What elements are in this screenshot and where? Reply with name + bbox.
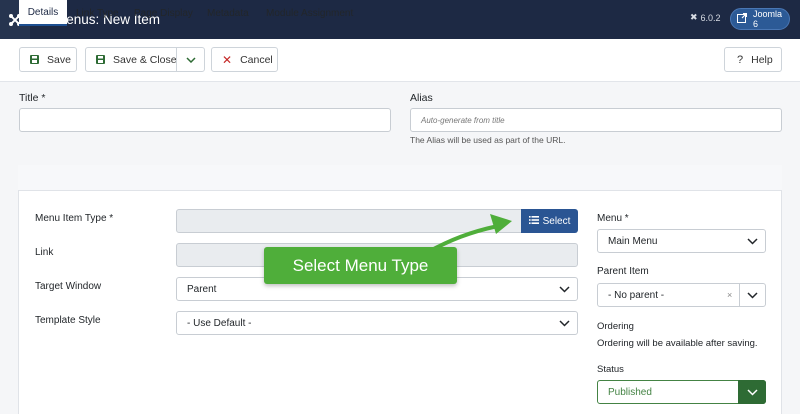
menu-select[interactable]: Main Menu: [597, 229, 766, 253]
view-site-button[interactable]: Joomla 6: [730, 8, 790, 30]
title-label: Title *: [19, 92, 46, 104]
parent-item-label: Parent Item: [597, 266, 649, 277]
alias-label: Alias: [410, 92, 433, 104]
target-window-label: Target Window: [35, 281, 102, 292]
select-type-button[interactable]: Select: [521, 209, 578, 233]
ordering-note: Ordering will be available after saving.: [597, 338, 758, 349]
app-header: Menus: New Item ✖ 6.0.2 Joomla 6: [0, 0, 800, 39]
status-label: Status: [597, 364, 624, 375]
save-button[interactable]: Save: [19, 47, 77, 72]
help-label: Help: [751, 53, 773, 66]
select-label: Select: [542, 215, 571, 227]
title-input[interactable]: [19, 108, 391, 132]
alias-input[interactable]: Auto-generate from title: [410, 108, 782, 132]
template-style-value: - Use Default -: [187, 317, 252, 329]
parent-item-select[interactable]: - No parent -: [597, 283, 766, 307]
save-icon: [30, 55, 39, 64]
site-label: Joomla 6: [753, 9, 783, 29]
template-style-label: Template Style: [35, 315, 101, 326]
parent-item-value: - No parent -: [608, 289, 665, 301]
menu-item-type-label: Menu Item Type *: [35, 213, 114, 224]
chevron-down-icon: [551, 312, 577, 334]
menu-item-type-input: [176, 209, 522, 233]
callout-box: Select Menu Type: [264, 247, 457, 284]
clear-icon[interactable]: ×: [727, 290, 732, 300]
toolbar: Save Save & Close ✕ Cancel ? Help: [0, 39, 800, 82]
menu-value: Main Menu: [608, 235, 658, 247]
callout-text: Select Menu Type: [292, 255, 429, 275]
help-button[interactable]: ? Help: [724, 47, 782, 72]
cancel-button[interactable]: ✕ Cancel: [211, 47, 278, 72]
save-close-button[interactable]: Save & Close: [85, 47, 205, 72]
chevron-down-icon: [739, 284, 765, 306]
status-select[interactable]: Published: [597, 380, 766, 404]
chevron-down-icon[interactable]: [176, 48, 205, 71]
tab-page-display[interactable]: Page Display: [134, 0, 193, 26]
tab-details[interactable]: Details: [19, 0, 67, 26]
joomla-small-icon: ✖: [690, 12, 698, 22]
tab-link-type[interactable]: Link Type: [76, 0, 119, 26]
tab-bar: [18, 165, 782, 191]
template-style-select[interactable]: - Use Default -: [176, 311, 578, 335]
question-icon: ?: [737, 53, 744, 66]
tab-module-assignment[interactable]: Module Assignment: [266, 0, 353, 26]
alias-help: The Alias will be used as part of the UR…: [410, 135, 566, 145]
save-icon: [96, 55, 105, 64]
ordering-label: Ordering: [597, 321, 634, 332]
status-value: Published: [608, 386, 652, 398]
version-indicator: ✖ 6.0.2: [690, 12, 721, 23]
external-link-icon: [737, 12, 748, 25]
chevron-down-icon: [551, 278, 577, 300]
chevron-down-icon: [739, 230, 765, 252]
menu-label: Menu *: [597, 213, 629, 224]
list-icon: [528, 215, 539, 227]
close-icon: ✕: [222, 52, 233, 67]
chevron-down-icon: [738, 380, 766, 404]
tab-metadata[interactable]: Metadata: [207, 0, 249, 26]
target-window-value: Parent: [187, 283, 217, 295]
save-close-label: Save & Close: [113, 53, 177, 66]
save-label: Save: [47, 53, 71, 66]
alias-placeholder: Auto-generate from title: [421, 115, 505, 125]
version-text: 6.0.2: [700, 12, 721, 23]
cancel-label: Cancel: [240, 53, 273, 66]
link-label: Link: [35, 247, 54, 258]
